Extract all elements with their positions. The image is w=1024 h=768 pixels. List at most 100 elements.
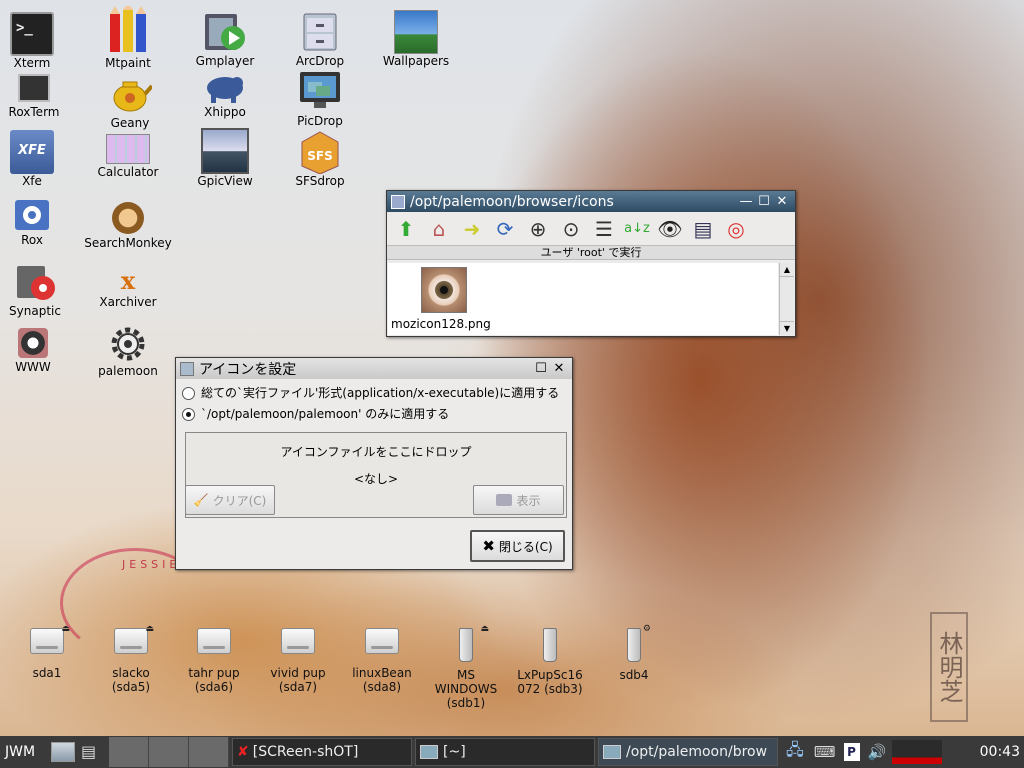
pager-desktop-3[interactable] bbox=[189, 737, 229, 767]
task-home-folder[interactable]: [~] bbox=[415, 738, 595, 766]
desktop-icon-gmplayer[interactable]: Gmplayer bbox=[179, 10, 271, 68]
desktop-icon-geany[interactable]: Geany bbox=[84, 72, 176, 130]
scrollbar[interactable]: ▲ ▼ bbox=[779, 263, 794, 335]
set-icon-dialog[interactable]: アイコンを設定 ☐ ✕ 総ての`実行ファイル'形式(application/x-… bbox=[175, 357, 573, 570]
drive-sda7[interactable]: vivid pup (sda7) bbox=[255, 628, 341, 694]
rox-toolbar: ⬆ ⌂ ➜ ⟳ ⊕ ⊙ ☰ a↓z 👁 ▤ ◎ bbox=[387, 212, 795, 246]
drive-sda5[interactable]: ⏏ slacko (sda5) bbox=[88, 624, 174, 694]
monkey-icon bbox=[112, 202, 144, 234]
rox-titlebar[interactable]: /opt/palemoon/browser/icons — ☐ ✕ bbox=[387, 191, 795, 212]
home-icon[interactable]: ⌂ bbox=[426, 216, 452, 242]
radio-all-executables[interactable]: 総ての`実行ファイル'形式(application/x-executable)に… bbox=[182, 384, 559, 401]
media-player-icon bbox=[203, 10, 247, 54]
desktop-icon-picdrop[interactable]: PicDrop bbox=[274, 70, 366, 128]
hard-drive-icon bbox=[114, 628, 148, 654]
desktop-icon-palemoon[interactable]: palemoon bbox=[82, 324, 174, 378]
task-palemoon-icons[interactable]: /opt/palemoon/brow bbox=[598, 738, 778, 766]
radio-this-file-only[interactable]: `/opt/palemoon/palemoon' のみに適用する bbox=[182, 405, 449, 422]
pager-desktop-2[interactable] bbox=[149, 737, 189, 767]
jwm-menu-button[interactable]: JWM bbox=[5, 744, 45, 760]
drive-sda6[interactable]: tahr pup (sda6) bbox=[171, 628, 257, 694]
desktop-icon-xfe[interactable]: XFE Xfe bbox=[0, 130, 78, 188]
desktop-icon-xarchiver[interactable]: x Xarchiver bbox=[82, 266, 174, 309]
desktop-icon-gpicview[interactable]: GpicView bbox=[179, 128, 271, 188]
archive-drawer-icon bbox=[298, 10, 342, 54]
cpu-graph-icon bbox=[892, 740, 943, 764]
radio-button-selected[interactable] bbox=[182, 408, 195, 421]
drive-sda1[interactable]: ⏏ sda1 bbox=[4, 624, 90, 680]
close-button[interactable]: ✖ 閉じる(C) bbox=[470, 530, 565, 562]
close-icon[interactable]: ✕ bbox=[773, 194, 791, 209]
window-app-icon bbox=[180, 361, 194, 376]
hippo-icon bbox=[203, 72, 247, 104]
desktop-icon-synaptic[interactable]: Synaptic bbox=[0, 260, 81, 318]
drive-sdb3[interactable]: LxPupSc16 072 (sdb3) bbox=[507, 628, 593, 696]
desktop-icon-xterm[interactable]: >_ Xterm bbox=[0, 12, 78, 70]
rox-filer-window[interactable]: /opt/palemoon/browser/icons — ☐ ✕ ⬆ ⌂ ➜ … bbox=[386, 190, 796, 337]
refresh-icon[interactable]: ⟳ bbox=[492, 216, 518, 242]
radio-button[interactable] bbox=[182, 387, 195, 400]
pager-desktop-1[interactable] bbox=[109, 737, 149, 767]
zoom-in-icon[interactable]: ⊕ bbox=[525, 216, 551, 242]
dialog-title: アイコンを設定 bbox=[199, 361, 297, 378]
red-x-icon: ✘ bbox=[237, 744, 249, 760]
clear-button[interactable]: 🧹 クリア(C) bbox=[185, 485, 275, 515]
bookmarks-icon[interactable]: ➜ bbox=[459, 216, 485, 242]
up-arrow-icon[interactable]: ⬆ bbox=[393, 216, 419, 242]
image-viewer-icon bbox=[201, 128, 249, 174]
monitor-pictures-icon bbox=[298, 70, 342, 114]
clock[interactable]: 00:43 bbox=[980, 744, 1020, 760]
window-list-icon[interactable]: ▤ bbox=[81, 742, 109, 762]
archiver-icon: x bbox=[120, 266, 136, 295]
show-button[interactable]: 表示 bbox=[473, 485, 564, 515]
usb-drive-icon bbox=[543, 628, 557, 662]
zoom-fit-icon[interactable]: ⊙ bbox=[558, 216, 584, 242]
desktop-icon-mtpaint[interactable]: Mtpaint bbox=[82, 2, 174, 70]
maximize-icon[interactable]: ☐ bbox=[532, 361, 550, 376]
volume-icon[interactable]: 🔊 bbox=[868, 743, 887, 761]
gear-box-icon bbox=[15, 200, 49, 230]
desktop-icon-xhippo[interactable]: Xhippo bbox=[179, 72, 271, 119]
desktop-icon-searchmonkey[interactable]: SearchMonkey bbox=[82, 202, 174, 250]
rox-file-area: mozicon128.png bbox=[388, 263, 778, 335]
parking-p-icon[interactable]: P bbox=[843, 743, 860, 761]
show-desktop-icon[interactable] bbox=[51, 742, 75, 762]
details-icon[interactable]: ▤ bbox=[690, 216, 716, 242]
dialog-titlebar[interactable]: アイコンを設定 ☐ ✕ bbox=[176, 358, 572, 379]
minimize-icon[interactable]: — bbox=[737, 194, 755, 209]
run-as-banner: ユーザ 'root' で実行 bbox=[387, 246, 795, 260]
list-view-icon[interactable]: ☰ bbox=[591, 216, 617, 242]
file-item[interactable]: mozicon128.png bbox=[391, 267, 501, 331]
scroll-down-icon[interactable]: ▼ bbox=[780, 321, 794, 335]
desktop-icon-sfsdrop[interactable]: SFS SFSdrop bbox=[274, 130, 366, 188]
keyboard-icon[interactable]: ⌨ bbox=[814, 743, 836, 761]
close-icon[interactable]: ✕ bbox=[550, 361, 568, 376]
drive-sdb4[interactable]: ⚙ sdb4 bbox=[591, 624, 677, 682]
terminal-window-icon bbox=[18, 74, 50, 102]
desktop-icon-www[interactable]: WWW bbox=[0, 328, 79, 374]
eye-image-thumbnail bbox=[421, 267, 467, 313]
gear-badge-icon: ⚙ bbox=[642, 624, 651, 634]
desktop-icon-rox[interactable]: Rox bbox=[0, 200, 78, 247]
desktop-icon-calculator[interactable]: Calculator bbox=[82, 134, 174, 179]
svg-text:SFS: SFS bbox=[307, 149, 332, 163]
sort-icon[interactable]: a↓z bbox=[624, 216, 650, 242]
drive-sdb1[interactable]: ⏏ MS WINDOWS (sdb1) bbox=[423, 624, 509, 710]
desktop-icon-roxterm[interactable]: RoxTerm bbox=[0, 74, 80, 119]
desktop-icon-wallpapers[interactable]: Wallpapers bbox=[370, 10, 462, 68]
broom-icon: 🧹 bbox=[193, 493, 209, 507]
help-lifebuoy-icon[interactable]: ◎ bbox=[723, 216, 749, 242]
network-icon[interactable]: 🖧 bbox=[786, 739, 804, 766]
scroll-up-icon[interactable]: ▲ bbox=[780, 263, 794, 277]
usb-drive-icon bbox=[627, 628, 641, 662]
hard-drive-icon bbox=[197, 628, 231, 654]
file-explorer-icon: XFE bbox=[10, 130, 54, 174]
close-x-icon: ✖ bbox=[482, 537, 495, 555]
drive-sda8[interactable]: linuxBean (sda8) bbox=[339, 628, 425, 694]
show-hidden-eye-icon[interactable]: 👁 bbox=[657, 216, 683, 242]
folder-window-icon bbox=[420, 745, 438, 759]
task-screenshot[interactable]: ✘ [SCReen-shOT] bbox=[232, 738, 412, 766]
hard-drive-icon bbox=[30, 628, 64, 654]
desktop-icon-arcdrop[interactable]: ArcDrop bbox=[274, 10, 366, 68]
maximize-icon[interactable]: ☐ bbox=[755, 194, 773, 209]
